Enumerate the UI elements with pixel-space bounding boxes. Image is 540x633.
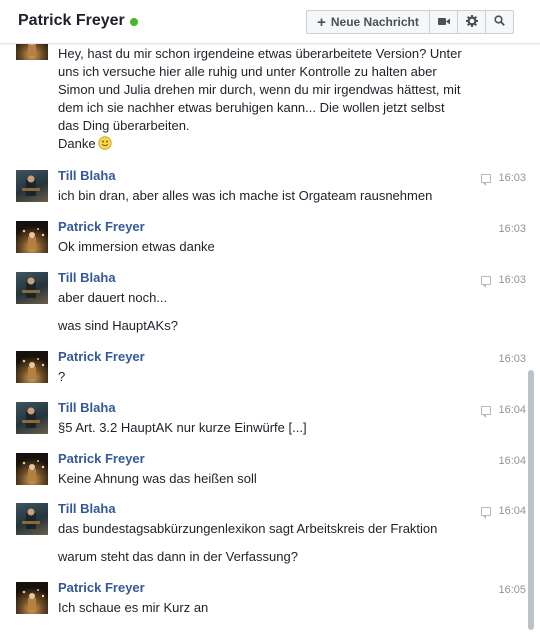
avatar[interactable] (16, 272, 48, 304)
avatar[interactable] (16, 582, 48, 614)
message-time: 16:03 (498, 223, 526, 235)
message-time: 16:05 (498, 584, 526, 596)
message-list: Hey, hast du mir schon irgendeine etwas … (0, 0, 528, 633)
online-status-indicator (130, 18, 138, 26)
avatar[interactable] (16, 221, 48, 253)
message-text: das bundestagsabkürzungenlexikon sagt Ar… (58, 521, 438, 536)
gear-icon (465, 14, 478, 30)
message-time: 16:03 (498, 274, 526, 286)
settings-button[interactable] (457, 11, 485, 33)
video-call-button[interactable] (429, 11, 457, 33)
message-line: Hey, hast du mir schon irgendeine etwas … (58, 46, 462, 61)
speech-bubble-icon (481, 276, 491, 288)
message-text: §5 Art. 3.2 HauptAK nur kurze Einwürfe [… (58, 420, 307, 435)
conversation-title[interactable]: Patrick Freyer (18, 12, 125, 30)
header-toolbar: + Neue Nachricht (306, 10, 514, 34)
message-time: 16:03 (498, 353, 526, 365)
message-line: uns ich versuche hier alle ruhig und unt… (58, 64, 437, 79)
message-line: Danke (58, 135, 468, 153)
sender-name[interactable]: Till Blaha (58, 501, 116, 516)
sender-name[interactable]: Till Blaha (58, 270, 116, 285)
message-time: 16:04 (498, 404, 526, 416)
speech-bubble-icon (481, 174, 491, 186)
message-line: dem ich sie nachher etwas beruhigen kann… (58, 100, 445, 115)
avatar[interactable] (16, 402, 48, 434)
new-message-label: Neue Nachricht (330, 15, 419, 29)
message-text: aber dauert noch... (58, 290, 168, 305)
message-text: ich bin dran, aber alles was ich mache i… (58, 188, 433, 203)
smiley-icon (97, 136, 112, 150)
chat-header: Patrick Freyer + Neue Nachricht (0, 0, 540, 44)
avatar[interactable] (16, 170, 48, 202)
message-text: ? (58, 369, 66, 384)
avatar[interactable] (16, 453, 48, 485)
speech-bubble-icon (481, 406, 491, 418)
new-message-button[interactable]: + Neue Nachricht (307, 11, 429, 33)
message-time: 16:04 (498, 455, 526, 467)
message-time: 16:03 (498, 172, 526, 184)
message-text: Hey, hast du mir schon irgendeine etwas … (58, 45, 468, 153)
message-text: Keine Ahnung was das heißen soll (58, 471, 257, 486)
message-line-text: Danke (58, 136, 96, 151)
message-text: Ich schaue es mir Kurz an (58, 600, 209, 615)
avatar[interactable] (16, 503, 48, 535)
plus-icon: + (317, 13, 326, 31)
sender-name[interactable]: Till Blaha (58, 168, 116, 183)
sender-name[interactable]: Till Blaha (58, 400, 116, 415)
speech-bubble-icon (481, 507, 491, 519)
search-button[interactable] (485, 11, 513, 33)
message-text: Ok immersion etwas danke (58, 239, 215, 254)
avatar[interactable] (16, 351, 48, 383)
sender-name[interactable]: Patrick Freyer (58, 451, 145, 466)
sender-name[interactable]: Patrick Freyer (58, 349, 145, 364)
sender-name[interactable]: Patrick Freyer (58, 219, 145, 234)
message-time: 16:04 (498, 505, 526, 517)
message-text: was sind HauptAKs? (58, 318, 178, 333)
scrollbar[interactable] (528, 370, 534, 630)
message-line: das Ding überarbeiten. (58, 118, 190, 133)
sender-name[interactable]: Patrick Freyer (58, 580, 145, 595)
message-text: warum steht das dann in der Verfassung? (58, 549, 298, 564)
search-icon (494, 15, 505, 29)
video-camera-icon (437, 15, 450, 29)
message-line: Simon und Julia drehen mir durch, wenn d… (58, 82, 461, 97)
